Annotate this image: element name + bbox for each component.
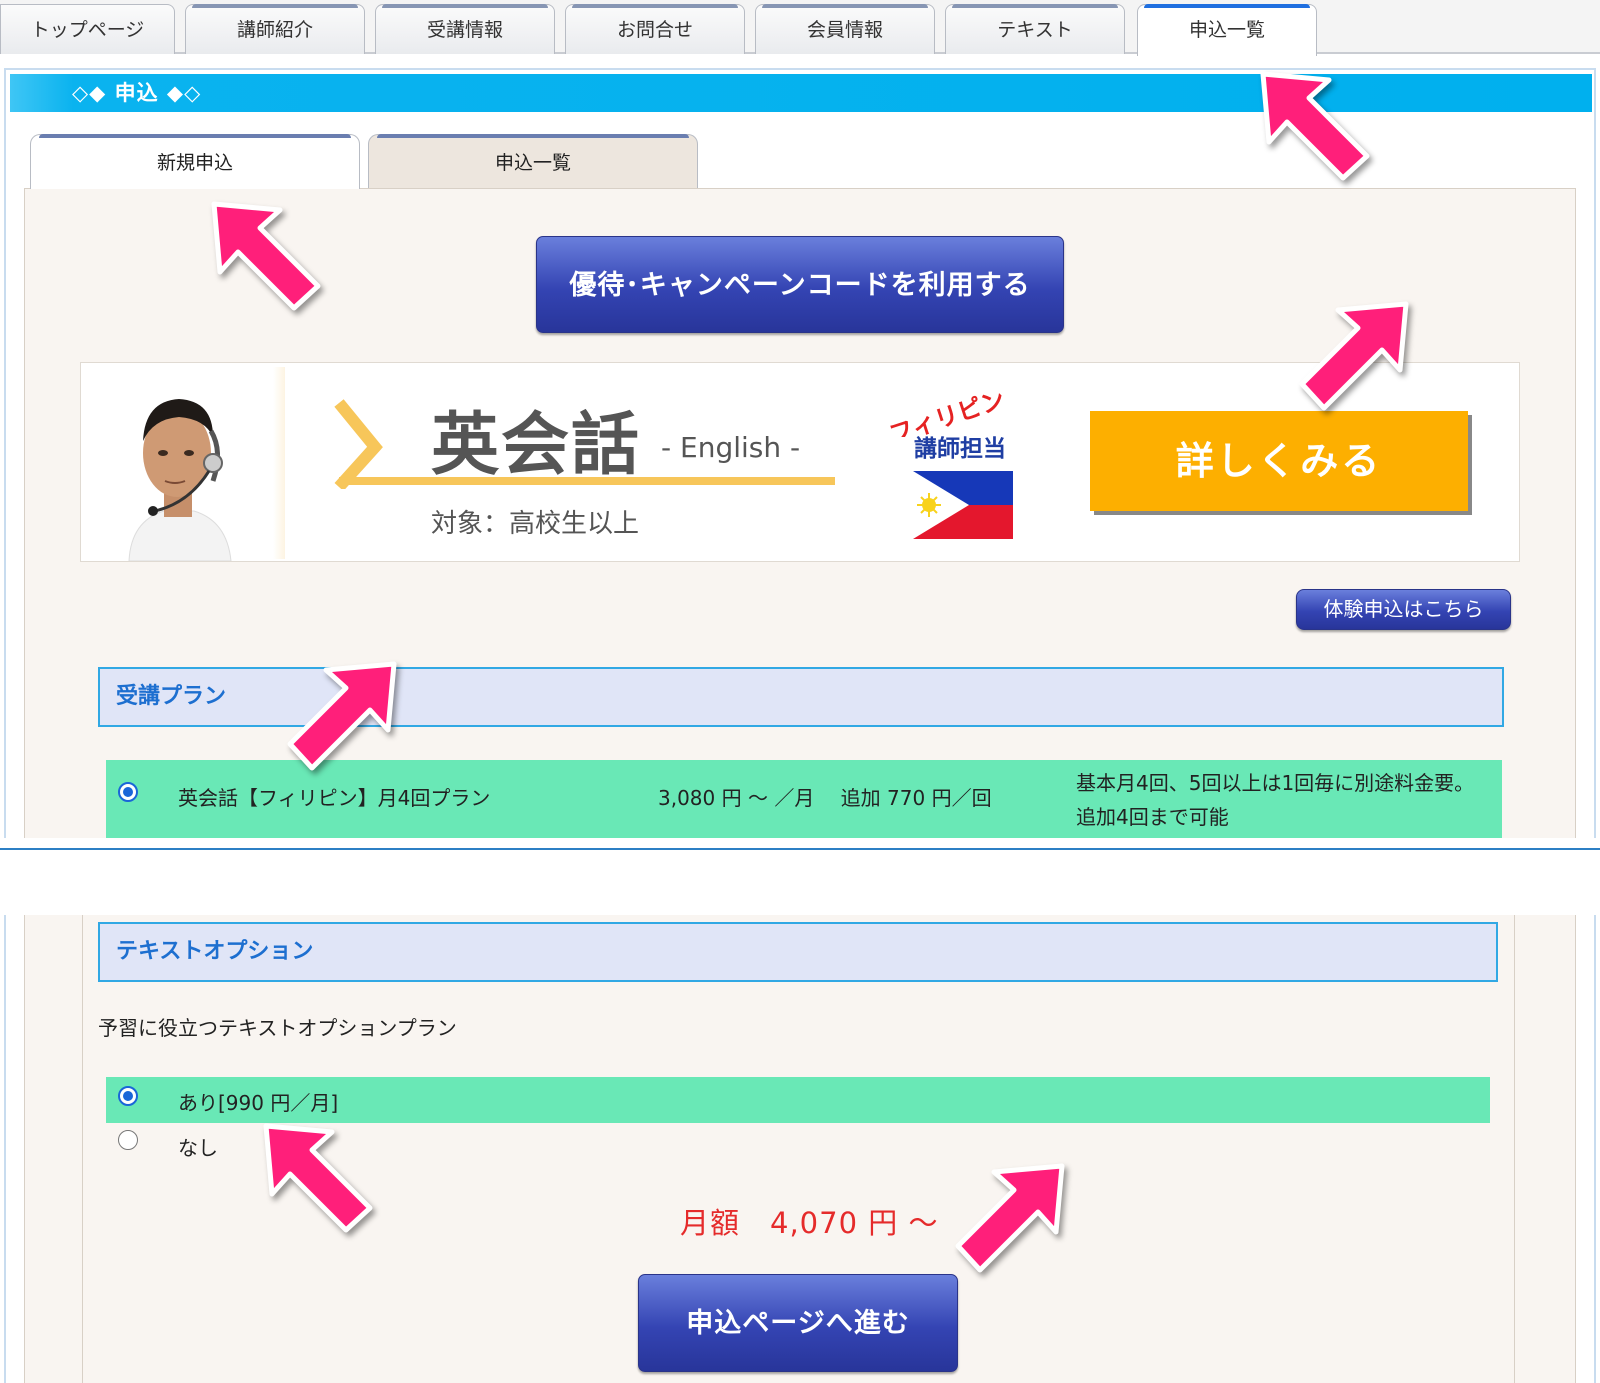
nav-tab-top-page[interactable]: トップページ — [0, 4, 175, 54]
nav-tab-instructors[interactable]: 講師紹介 — [185, 4, 365, 54]
chevron-right-icon — [334, 399, 383, 489]
plan-price: 3,080 円 ～ ／月 追加 770 円／回 — [658, 786, 992, 810]
text-option-description: 予習に役立つテキストオプションプラン — [98, 1016, 457, 1040]
nav-tab-applications[interactable]: 申込一覧 — [1137, 4, 1317, 56]
philippines-flag-icon — [913, 471, 1013, 539]
arrow-pointer-icon — [263, 1123, 373, 1233]
instructor-photo — [128, 399, 232, 561]
text-option-yes-radio[interactable] — [118, 1086, 138, 1106]
philippine-label: フィリピン — [886, 386, 1008, 437]
nav-tab-course-info[interactable]: 受講情報 — [375, 4, 555, 54]
arrow-pointer-icon — [211, 201, 321, 311]
arrow-pointer-icon — [1260, 71, 1370, 181]
teacher-label: 講師担当 — [914, 436, 1006, 462]
course-subtitle: - English - — [661, 431, 801, 464]
arrow-pointer-icon — [287, 661, 397, 771]
arrow-pointer-icon — [1299, 301, 1409, 411]
tab-new-application[interactable]: 新規申込 — [30, 134, 360, 189]
tab-application-list[interactable]: 申込一覧 — [368, 134, 698, 188]
title-underline — [339, 477, 835, 485]
inner-border-right — [1514, 915, 1515, 1383]
plan-note-line-2: 追加4回まで可能 — [1076, 805, 1229, 829]
text-option-no-label: なし — [178, 1136, 218, 1160]
plan-note: 基本月4回、5回以上は1回毎に別途料金要。 追加4回まで可能 — [1076, 766, 1474, 834]
nav-tab-member-info[interactable]: 会員情報 — [755, 4, 935, 54]
nav-tab-contact[interactable]: お問合せ — [565, 4, 745, 54]
plan-note-line-1: 基本月4回、5回以上は1回毎に別途料金要。 — [1076, 771, 1475, 795]
text-option-yes-label: あり[990 円／月] — [178, 1091, 339, 1115]
proceed-button[interactable]: 申込ページへ進む — [638, 1274, 958, 1372]
details-button[interactable]: 詳しくみる — [1090, 411, 1468, 511]
text-option-heading: テキストオプション — [98, 922, 1498, 982]
trial-application-button[interactable]: 体験申込はこちら — [1296, 589, 1511, 630]
photo-fade — [273, 367, 285, 559]
top-navigation: トップページ 講師紹介 受講情報 お問合せ 会員情報 テキスト 申込一覧 — [0, 0, 1600, 56]
monthly-total: 月額 4,070 円 ～ — [680, 1206, 939, 1240]
nav-tab-text[interactable]: テキスト — [945, 4, 1125, 54]
inner-border-left — [82, 915, 83, 1383]
campaign-code-button[interactable]: 優待･キャンペーンコードを利用する — [536, 236, 1064, 333]
text-option-no-radio[interactable] — [118, 1130, 138, 1150]
section-separator — [0, 848, 1600, 850]
plan-label: 英会話【フィリピン】月4回プラン — [178, 786, 491, 810]
course-title: 英会話 — [431, 406, 642, 485]
arrow-pointer-icon — [955, 1163, 1065, 1273]
plan-radio[interactable] — [118, 782, 138, 802]
course-target: 対象：高校生以上 — [431, 509, 640, 539]
